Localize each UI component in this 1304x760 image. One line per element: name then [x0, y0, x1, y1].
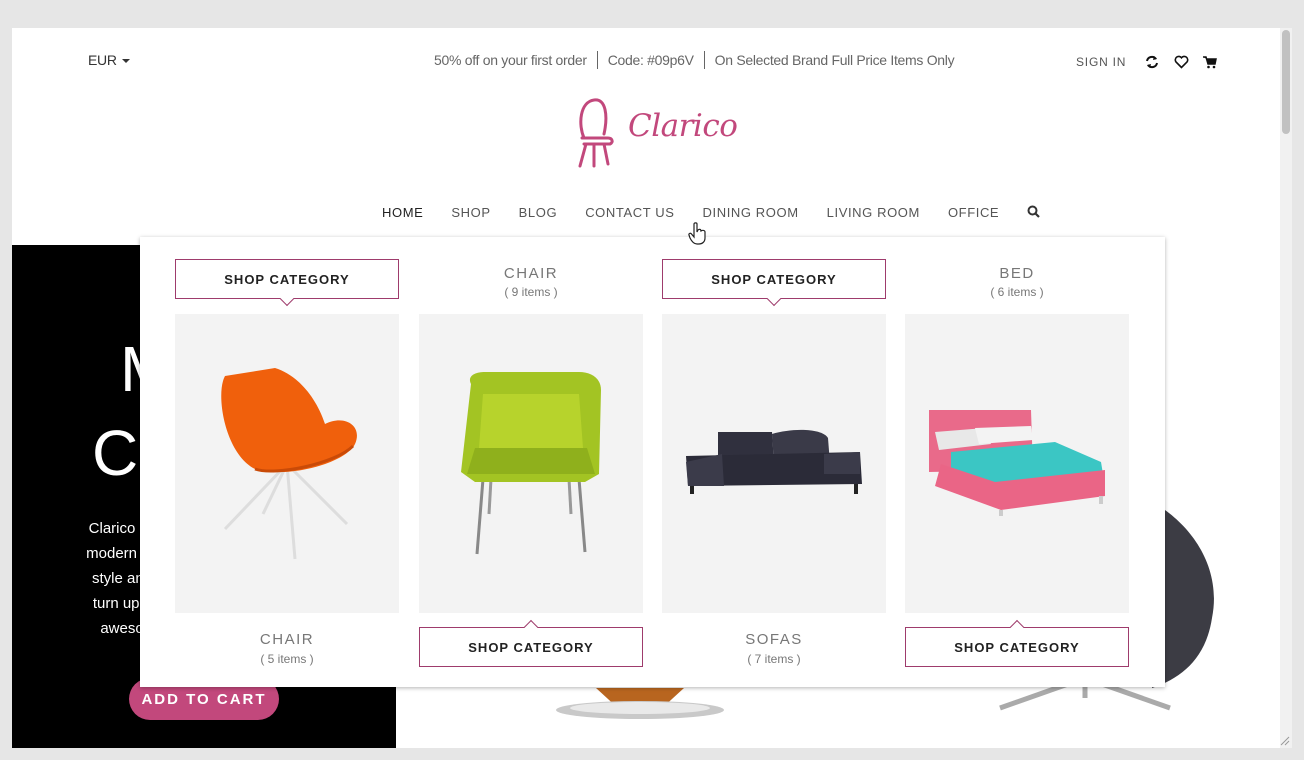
category-card-bed[interactable]: BED ( 6 items ) SHOP CATEGORY	[905, 237, 1129, 687]
shop-category-label: SHOP CATEGORY	[954, 639, 1080, 655]
browser-viewport: EUR 50% off on your first order Code: #0…	[12, 28, 1292, 748]
cart-icon[interactable]	[1202, 54, 1218, 70]
category-card-chair[interactable]: SHOP CATEGORY CHAIR ( 5 items )	[175, 237, 399, 687]
pink-bed-image	[929, 410, 1105, 516]
nav-item-dining-room[interactable]: DINING ROOM	[703, 205, 799, 220]
promo-divider	[703, 51, 705, 69]
top-bar: EUR 50% off on your first order Code: #0…	[12, 28, 1280, 88]
chair-logo-icon	[578, 98, 614, 168]
heart-icon[interactable]	[1173, 54, 1189, 70]
nav-item-blog[interactable]: BLOG	[519, 205, 558, 220]
site-logo[interactable]: Clarico	[574, 94, 738, 170]
category-name[interactable]: CHAIR	[175, 631, 399, 648]
promo-banner: 50% off on your first order Code: #09p6V…	[434, 51, 955, 69]
logo-text: Clarico	[628, 108, 738, 144]
search-icon[interactable]	[1027, 205, 1041, 219]
refresh-icon[interactable]	[1144, 54, 1160, 70]
vertical-scrollbar[interactable]	[1280, 28, 1292, 748]
category-count: ( 5 items )	[260, 652, 314, 666]
category-count: ( 6 items )	[990, 285, 1044, 299]
orange-chair-image	[221, 368, 357, 560]
resize-grip-icon[interactable]	[1278, 734, 1290, 746]
shop-category-button[interactable]: SHOP CATEGORY	[175, 259, 399, 307]
notch-pointer	[1009, 619, 1025, 635]
category-card-sofas[interactable]: SHOP CATEGORY SOFAS ( 7 items )	[662, 237, 886, 687]
category-image[interactable]	[419, 314, 643, 613]
category-image[interactable]	[662, 314, 886, 613]
shop-category-label: SHOP CATEGORY	[224, 271, 350, 287]
shop-category-label: SHOP CATEGORY	[468, 639, 594, 655]
category-count: ( 7 items )	[747, 652, 801, 666]
nav-item-office[interactable]: OFFICE	[948, 205, 999, 220]
nav-item-shop[interactable]: SHOP	[451, 205, 490, 220]
currency-selector[interactable]: EUR	[88, 52, 131, 68]
category-image[interactable]	[905, 314, 1129, 613]
shop-category-button[interactable]: SHOP CATEGORY	[419, 619, 643, 667]
sign-in-link[interactable]: SIGN IN	[1076, 55, 1126, 69]
main-nav: HOME SHOP BLOG CONTACT US DINING ROOM LI…	[382, 202, 1041, 222]
nav-item-living-room[interactable]: LIVING ROOM	[827, 205, 920, 220]
dining-room-mega-menu: SHOP CATEGORY CHAIR ( 5 items ) CHAIR ( …	[140, 237, 1165, 687]
category-image[interactable]	[175, 314, 399, 613]
category-name[interactable]: CHAIR	[419, 265, 643, 282]
nav-item-home[interactable]: HOME	[382, 205, 423, 220]
promo-code: Code: #09p6V	[607, 52, 694, 68]
hand-pointer-cursor-icon	[688, 222, 706, 245]
notch-pointer	[279, 291, 295, 307]
category-count: ( 9 items )	[504, 285, 558, 299]
shop-category-button[interactable]: SHOP CATEGORY	[905, 619, 1129, 667]
category-card-chair[interactable]: CHAIR ( 9 items ) SHOP CATEGORY	[419, 237, 643, 687]
nav-item-contact-us[interactable]: CONTACT US	[585, 205, 674, 220]
category-name[interactable]: BED	[905, 265, 1129, 282]
currency-label: EUR	[88, 52, 117, 68]
shop-category-label: SHOP CATEGORY	[711, 271, 837, 287]
green-chair-image	[461, 372, 601, 555]
notch-pointer	[523, 619, 539, 635]
shop-category-button[interactable]: SHOP CATEGORY	[662, 259, 886, 307]
category-name[interactable]: SOFAS	[662, 631, 886, 648]
promo-offer: 50% off on your first order	[434, 52, 587, 68]
scrollbar-thumb[interactable]	[1282, 30, 1290, 134]
promo-divider	[596, 51, 598, 69]
dark-sofa-image	[686, 429, 862, 494]
notch-pointer	[766, 291, 782, 307]
chair-base-image	[556, 688, 724, 719]
promo-note: On Selected Brand Full Price Items Only	[714, 52, 955, 68]
caret-down-icon	[122, 59, 131, 64]
